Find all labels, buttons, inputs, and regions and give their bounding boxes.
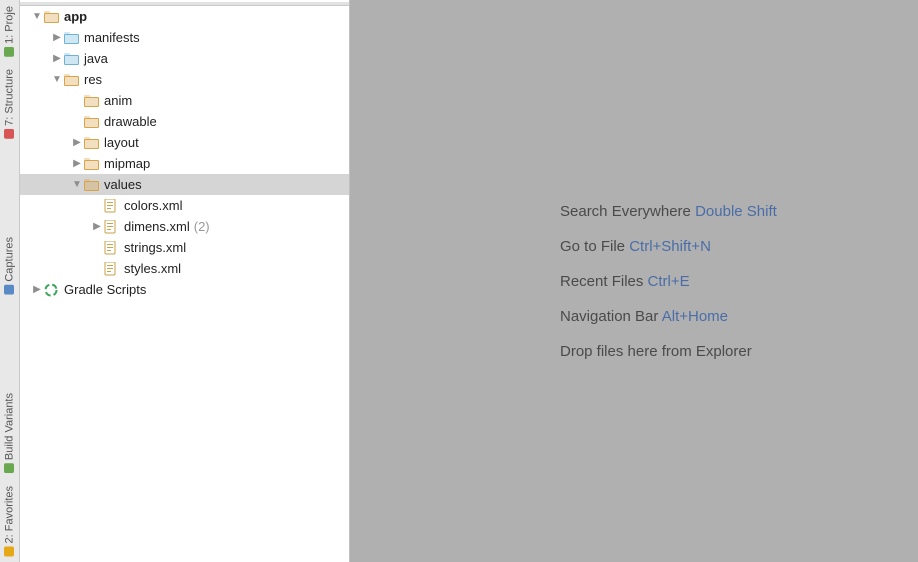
- res-icon: [84, 115, 100, 129]
- tree-node-app[interactable]: ▼ app: [20, 6, 349, 27]
- left-toolstrip: 1: Proje 7: Structure Captures Build Vari…: [0, 0, 20, 562]
- chevron-down-icon[interactable]: ▼: [50, 73, 64, 87]
- tree-node-dimens-xml[interactable]: ▶ dimens.xml (2): [20, 216, 349, 237]
- project-tree-panel: ▼app▶manifests▶java▼res▶anim▶drawable▶la…: [20, 0, 350, 562]
- toolstrip-project[interactable]: 1: Proje: [0, 2, 19, 61]
- tree-node-layout[interactable]: ▶ layout: [20, 132, 349, 153]
- toolstrip-label: Build Variants: [4, 393, 16, 460]
- hint-line: Drop files here from Explorer: [560, 343, 777, 360]
- toolstrip-label: 7: Structure: [4, 69, 16, 126]
- hint-text: Navigation Bar: [560, 308, 658, 325]
- tree-node-java[interactable]: ▶ java: [20, 48, 349, 69]
- hint-shortcut: Double Shift: [695, 203, 777, 220]
- chevron-right-icon[interactable]: ▶: [90, 220, 104, 234]
- tree-node-gradle-scripts[interactable]: ▶ Gradle Scripts: [20, 279, 349, 300]
- hint-line: Search Everywhere Double Shift: [560, 203, 777, 220]
- tree-node-label: strings.xml: [124, 240, 186, 255]
- toolstrip-label: Captures: [4, 237, 16, 282]
- hint-shortcut: Ctrl+Shift+N: [629, 238, 711, 255]
- build-icon: [5, 464, 15, 474]
- toolstrip-structure[interactable]: 7: Structure: [0, 65, 19, 143]
- chevron-right-icon[interactable]: ▶: [50, 31, 64, 45]
- tree-node-label: anim: [104, 93, 132, 108]
- tree-node-label: java: [84, 51, 108, 66]
- tree-node-label: mipmap: [104, 156, 150, 171]
- tree-node-label: styles.xml: [124, 261, 181, 276]
- tree-node-res[interactable]: ▼ res: [20, 69, 349, 90]
- chevron-down-icon[interactable]: ▼: [30, 10, 44, 24]
- hint-text: Go to File: [560, 238, 625, 255]
- module-icon: [44, 10, 60, 24]
- xml-icon: [104, 241, 120, 255]
- tree-node-label: manifests: [84, 30, 140, 45]
- chevron-right-icon[interactable]: ▶: [50, 52, 64, 66]
- tree-node-label: Gradle Scripts: [64, 282, 146, 297]
- captures-icon: [5, 285, 15, 295]
- res-icon: [84, 136, 100, 150]
- tree-node-manifests[interactable]: ▶ manifests: [20, 27, 349, 48]
- res-icon: [84, 178, 100, 192]
- hint-shortcut: Alt+Home: [662, 308, 728, 325]
- chevron-down-icon[interactable]: ▼: [70, 178, 84, 192]
- chevron-right-icon[interactable]: ▶: [70, 157, 84, 171]
- tree-node-label: values: [104, 177, 142, 192]
- toolstrip-label: 2: Favorites: [4, 486, 16, 543]
- tree-node-label: dimens.xml: [124, 219, 190, 234]
- chevron-right-icon[interactable]: ▶: [30, 283, 44, 297]
- hint-line: Recent Files Ctrl+E: [560, 273, 777, 290]
- hint-shortcut: Ctrl+E: [648, 273, 690, 290]
- tree-node-label: app: [64, 9, 87, 24]
- tree-node-label: res: [84, 72, 102, 87]
- chevron-right-icon[interactable]: ▶: [70, 136, 84, 150]
- hint-text: Search Everywhere: [560, 203, 691, 220]
- tree-node-strings-xml[interactable]: ▶strings.xml: [20, 237, 349, 258]
- editor-empty-state: Search Everywhere Double Shift Go to File…: [350, 0, 918, 562]
- folder-icon: [64, 31, 80, 45]
- tree-node-colors-xml[interactable]: ▶colors.xml: [20, 195, 349, 216]
- hint-line: Navigation Bar Alt+Home: [560, 308, 777, 325]
- tree-node-values[interactable]: ▼ values: [20, 174, 349, 195]
- tree-node-label: colors.xml: [124, 198, 183, 213]
- xml-icon: [104, 199, 120, 213]
- structure-icon: [5, 129, 15, 139]
- hint-text: Drop files here from Explorer: [560, 343, 752, 360]
- tree-node-label: layout: [104, 135, 139, 150]
- favorites-icon: [5, 546, 15, 556]
- xml-icon: [104, 262, 120, 276]
- toolstrip-build[interactable]: Build Variants: [0, 389, 19, 477]
- hint-text: Recent Files: [560, 273, 643, 290]
- tree-node-suffix: (2): [194, 219, 210, 234]
- toolstrip-label: 1: Proje: [4, 6, 16, 44]
- tree-node-anim[interactable]: ▶anim: [20, 90, 349, 111]
- tree-node-styles-xml[interactable]: ▶styles.xml: [20, 258, 349, 279]
- tree-node-drawable[interactable]: ▶drawable: [20, 111, 349, 132]
- toolstrip-favorites[interactable]: 2: Favorites: [0, 482, 19, 560]
- hint-line: Go to File Ctrl+Shift+N: [560, 238, 777, 255]
- folder-icon: [64, 52, 80, 66]
- xml-icon: [104, 220, 120, 234]
- tree-node-mipmap[interactable]: ▶ mipmap: [20, 153, 349, 174]
- res-icon: [64, 73, 80, 87]
- res-icon: [84, 157, 100, 171]
- gradle-icon: [44, 283, 60, 297]
- toolstrip-captures[interactable]: Captures: [0, 233, 19, 299]
- res-icon: [84, 94, 100, 108]
- tree-node-label: drawable: [104, 114, 157, 129]
- project-icon: [5, 47, 15, 57]
